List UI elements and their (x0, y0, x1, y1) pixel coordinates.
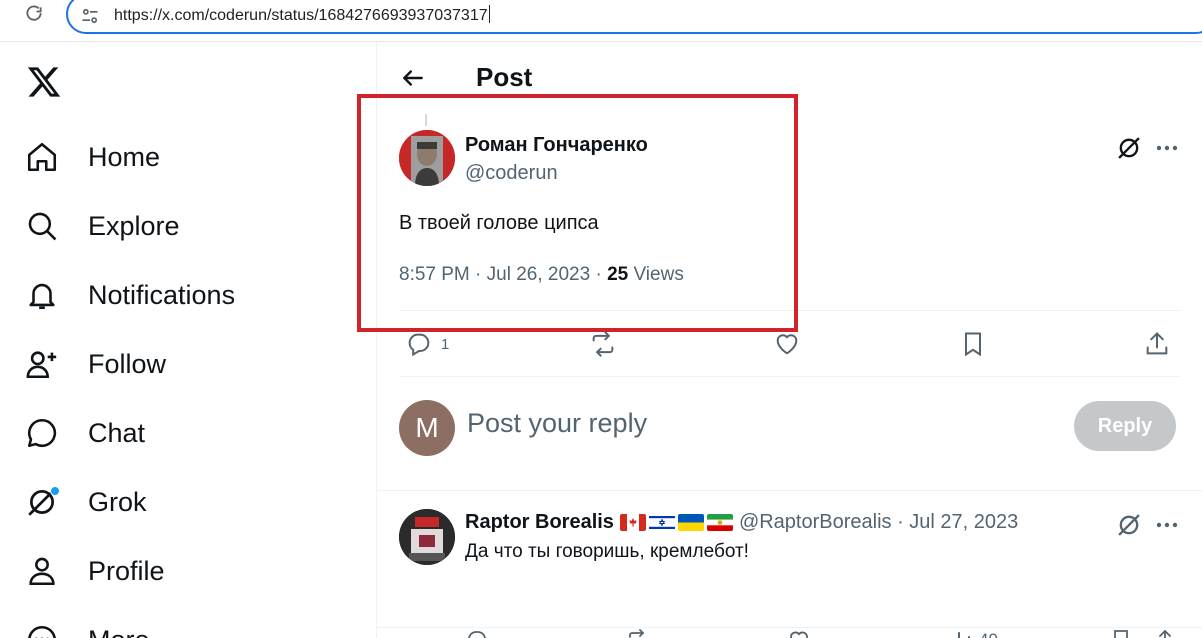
grok-icon (24, 484, 60, 520)
notification-dot (50, 486, 60, 496)
reply-icon (468, 631, 486, 638)
bookmark-icon (1114, 630, 1128, 638)
bookmark-icon (965, 332, 981, 357)
reply-submit-button[interactable]: Reply (1074, 401, 1176, 451)
reply-input[interactable]: Post your reply (467, 408, 647, 439)
author-name[interactable]: Роман Гончаренко (465, 134, 648, 157)
views-count: 49 (979, 630, 998, 638)
reply-author-name[interactable]: Raptor Borealis (465, 511, 614, 534)
reply-author-avatar[interactable] (399, 509, 455, 565)
nav-label: Explore (88, 210, 180, 241)
divider (377, 627, 1202, 628)
chat-icon (24, 415, 60, 451)
more-options-icon[interactable] (1153, 511, 1181, 539)
nav-label: Chat (88, 417, 146, 448)
site-info-icon[interactable] (80, 6, 100, 26)
author-handle[interactable]: @coderun (465, 162, 558, 185)
post-text: В твоей голове ципса (399, 212, 599, 234)
back-arrow-icon[interactable] (399, 64, 427, 92)
nav-label: Grok (88, 486, 147, 517)
user-avatar[interactable]: M (399, 400, 455, 456)
post-timestamp[interactable]: 8:57 PM · Jul 26, 2023 · (399, 264, 607, 285)
canada-flag-icon (619, 514, 646, 531)
views-label: Views (628, 264, 684, 285)
grok-icon[interactable] (1115, 134, 1143, 162)
nav-label: Follow (88, 348, 167, 379)
repost-icon (592, 331, 614, 357)
bell-icon (24, 277, 60, 313)
author-avatar[interactable] (399, 130, 455, 186)
nav-notifications[interactable]: Notifications (24, 270, 235, 320)
post-meta: 8:57 PM · Jul 26, 2023 · 25 Views (399, 264, 684, 286)
nav-profile[interactable]: Profile (24, 546, 165, 596)
reply-text: Да что ты говоришь, кремлебот! (465, 541, 749, 562)
reply-header: Raptor Borealis @RaptorBorealis · Jul 27… (465, 511, 1018, 534)
more-options-icon[interactable] (1153, 134, 1181, 162)
nav-label: Home (88, 141, 161, 172)
views-count: 25 (607, 264, 629, 285)
nav-home[interactable]: Home (24, 132, 160, 182)
reply-handle-date[interactable]: @RaptorBorealis · Jul 27, 2023 (739, 511, 1018, 534)
grok-icon[interactable] (1115, 511, 1143, 539)
share-icon (1146, 332, 1168, 355)
repost-icon (629, 629, 644, 638)
nav-grok[interactable]: Grok (24, 477, 147, 527)
reply-button[interactable]: 1 (405, 326, 449, 362)
bookmark-button[interactable] (959, 326, 987, 362)
reply-count: 1 (441, 335, 450, 353)
nav-label: More (88, 625, 150, 638)
reply-icon (408, 333, 430, 357)
heart-icon (776, 334, 798, 355)
nav-chat[interactable]: Chat (24, 408, 145, 458)
reload-icon[interactable] (22, 2, 46, 26)
nav-more[interactable]: More (24, 615, 150, 638)
share-button[interactable] (1143, 326, 1171, 362)
post-header: Post (377, 42, 1202, 114)
post-actions: 1 (399, 326, 1181, 362)
nav-follow[interactable]: Follow (24, 339, 166, 389)
nav-label: Profile (88, 555, 165, 586)
main-column: Post Роман Гончаренко @coderun В твоей г… (376, 42, 1202, 638)
left-navigation: Home Explore Notifications Follow Chat G… (0, 42, 376, 638)
ukraine-flag-icon (677, 514, 704, 531)
search-icon (24, 208, 60, 244)
israel-flag-icon (648, 514, 675, 531)
follow-icon (24, 346, 60, 382)
page-title: Post (476, 62, 533, 92)
reply-post[interactable]: Raptor Borealis @RaptorBorealis · Jul 27… (377, 491, 1202, 638)
divider (399, 310, 1181, 311)
more-circle-icon (24, 622, 60, 638)
share-icon (1159, 629, 1171, 638)
divider (399, 376, 1181, 377)
nav-label: Notifications (88, 279, 236, 310)
views-chart-icon (958, 632, 970, 638)
browser-toolbar: https://x.com/coderun/status/16842766939… (0, 0, 1202, 42)
x-logo-icon[interactable] (26, 64, 62, 100)
home-icon (24, 139, 60, 175)
iran-lion-sun-flag-icon (706, 514, 733, 531)
profile-icon (24, 553, 60, 589)
nav-explore[interactable]: Explore (24, 201, 180, 251)
like-button[interactable] (773, 326, 801, 362)
heart-icon (790, 631, 808, 638)
address-bar[interactable]: https://x.com/coderun/status/16842766939… (66, 0, 1202, 34)
repost-button[interactable] (589, 326, 617, 362)
url-text[interactable]: https://x.com/coderun/status/16842766939… (114, 5, 490, 25)
thread-line (425, 114, 427, 126)
